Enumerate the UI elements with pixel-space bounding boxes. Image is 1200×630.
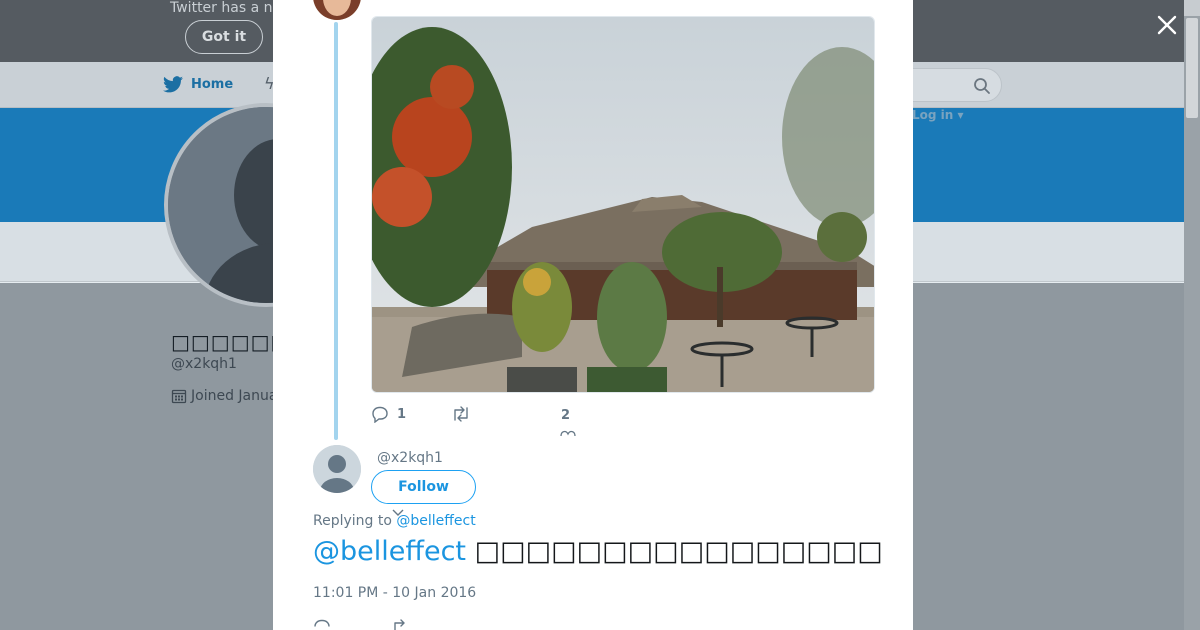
tweet-timestamp[interactable]: 11:01 PM - 10 Jan 2016 bbox=[313, 585, 476, 601]
reply-icon[interactable] bbox=[313, 618, 331, 630]
reply-author-handle[interactable]: @x2kqh1 bbox=[377, 450, 443, 466]
reply-icon bbox=[372, 406, 388, 423]
reply-author-avatar[interactable] bbox=[313, 445, 361, 493]
tweet-modal: 1 2 @x2kqh1 Follow Replying to @belleffe… bbox=[273, 0, 913, 630]
nav-home[interactable]: Home bbox=[163, 76, 233, 93]
parent-tweet-avatar[interactable] bbox=[313, 0, 361, 20]
reply-action[interactable]: 1 bbox=[371, 405, 451, 423]
calendar-icon bbox=[171, 389, 187, 404]
like-count: 2 bbox=[561, 408, 571, 423]
close-button[interactable] bbox=[1152, 10, 1182, 40]
tweet-photo[interactable] bbox=[371, 16, 875, 393]
scrollbar-thumb[interactable] bbox=[1186, 18, 1198, 118]
reply-count: 1 bbox=[397, 406, 407, 422]
banner-text: Twitter has a n bbox=[170, 0, 273, 16]
retweet-action[interactable] bbox=[451, 405, 471, 423]
follow-button[interactable]: Follow bbox=[371, 470, 476, 504]
thread-line bbox=[334, 22, 338, 440]
tweet-actions: 1 bbox=[371, 405, 471, 423]
scroll-up-arrow[interactable] bbox=[1184, 0, 1200, 16]
replying-to: Replying to @belleffect bbox=[313, 513, 476, 529]
twitter-bird-icon bbox=[163, 76, 183, 93]
profile-handle: @x2kqh1 bbox=[171, 356, 237, 372]
profile-joined: Joined Janua bbox=[171, 388, 277, 404]
got-it-button[interactable]: Got it bbox=[185, 20, 263, 54]
heart-icon[interactable] bbox=[560, 429, 576, 437]
retweet-icon[interactable] bbox=[391, 618, 411, 630]
tweet-mention-link[interactable]: @belleffect bbox=[313, 536, 466, 567]
retweet-icon bbox=[454, 406, 468, 422]
tweet-text: @belleffect □□□□□□□□□□□□□□□□ bbox=[313, 536, 883, 567]
user-photo-icon bbox=[313, 0, 361, 20]
joined-text: Joined Janua bbox=[191, 388, 278, 404]
nav-home-label: Home bbox=[191, 77, 234, 92]
default-avatar-icon bbox=[313, 445, 361, 493]
login-link[interactable]: Log in ▾ bbox=[912, 108, 964, 122]
lodge-photo-icon bbox=[372, 17, 874, 392]
close-icon bbox=[1157, 15, 1177, 35]
tweet-body: □□□□□□□□□□□□□□□□ bbox=[474, 536, 883, 567]
replying-prefix: Replying to bbox=[313, 513, 392, 529]
reply-actions bbox=[313, 618, 411, 630]
search-icon bbox=[974, 78, 990, 94]
replying-mention-link[interactable]: @belleffect bbox=[396, 513, 475, 529]
